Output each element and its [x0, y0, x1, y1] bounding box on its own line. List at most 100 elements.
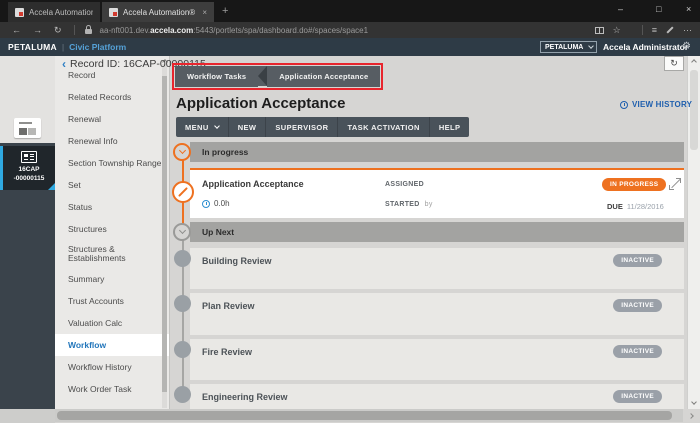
page-refresh-button[interactable]: ↻ — [664, 56, 684, 71]
reading-view-icon[interactable] — [595, 27, 604, 34]
browser-tab-inactive[interactable]: Accela Automation® — [8, 2, 100, 22]
inactive-task-node — [174, 295, 191, 312]
sidebar-item-renewal[interactable]: Renewal — [55, 108, 169, 130]
sidebar-item-trust-accounts[interactable]: Trust Accounts — [55, 290, 169, 312]
sidebar-item-work-order-task[interactable]: Work Order Task — [55, 378, 169, 400]
task-name: Engineering Review — [202, 392, 288, 402]
scroll-right-icon[interactable] — [688, 413, 694, 419]
favicon — [109, 8, 118, 17]
inactive-task-node — [174, 386, 191, 403]
task-activation-button[interactable]: TASK ACTIVATION — [337, 117, 428, 137]
browser-refresh-icon[interactable]: ↻ — [54, 25, 62, 36]
sidebar-item-set[interactable]: Set — [55, 174, 169, 196]
divider — [642, 25, 643, 35]
menu-button-label: MENU — [185, 123, 209, 132]
url-field[interactable]: aa-nft001.dev.accela.com:5443/portlets/s… — [100, 26, 369, 35]
agency-name: PETALUMA — [8, 42, 57, 52]
header-separator: | — [62, 43, 64, 52]
url-domain: accela.com — [150, 26, 193, 35]
task-name: Plan Review — [202, 301, 255, 311]
record-sidebar: Record Related Records Renewal Renewal I… — [55, 56, 170, 410]
task-card-application-acceptance[interactable]: Application Acceptance 0.0h ASSIGNED STA… — [190, 168, 684, 218]
agency-select-dropdown[interactable]: PETALUMA — [540, 41, 597, 53]
history-clock-icon — [620, 101, 628, 109]
new-tab-button[interactable]: + — [222, 5, 228, 17]
tab-application-acceptance[interactable]: Application Acceptance — [267, 66, 380, 87]
supervisor-button[interactable]: SUPERVISOR — [265, 117, 337, 137]
sidebar-item-workflow[interactable]: Workflow — [55, 334, 169, 356]
tab-close-icon[interactable]: × — [202, 8, 207, 17]
scroll-up-icon[interactable] — [691, 59, 697, 65]
page-title: Application Acceptance — [176, 95, 345, 112]
new-button[interactable]: NEW — [228, 117, 266, 137]
active-corner-marker — [48, 183, 55, 190]
sidebar-item-structures-establishments[interactable]: Structures & Establishments — [55, 240, 169, 268]
task-card-fire-review[interactable]: Fire Review INACTIVE — [190, 339, 684, 380]
browser-forward-icon[interactable]: → — [33, 25, 42, 35]
back-chevron-icon[interactable]: ‹ — [62, 57, 66, 71]
help-button[interactable]: HELP — [429, 117, 470, 137]
sidebar-item-valuation-calc[interactable]: Valuation Calc — [55, 312, 169, 334]
browser-address-bar: ← → ↻ aa-nft001.dev.accela.com:5443/port… — [0, 22, 700, 38]
tab-label: Workflow Tasks — [187, 72, 246, 81]
breadcrumb-arrow-icon — [258, 66, 267, 86]
sidebar-item-summary[interactable]: Summary — [55, 268, 169, 290]
sidebar-item-structures[interactable]: Structures — [55, 218, 169, 240]
browser-back-icon[interactable]: ← — [12, 25, 21, 35]
section-header-in-progress[interactable]: In progress — [190, 142, 684, 162]
more-options-icon[interactable]: ··· — [683, 25, 692, 35]
sidebar-item-related-records[interactable]: Related Records — [55, 86, 169, 108]
favicon — [15, 8, 24, 17]
view-history-link[interactable]: VIEW HISTORY — [620, 100, 692, 109]
browser-tab-bar: Accela Automation® Accela Automation® × … — [0, 0, 700, 22]
task-name: Fire Review — [202, 347, 252, 357]
chevron-down-icon — [588, 43, 594, 49]
url-path: :5443/portlets/spa/dashboard.do#/spaces/… — [193, 26, 368, 35]
sidebar-item-status[interactable]: Status — [55, 196, 169, 218]
scroll-down-icon[interactable] — [691, 399, 697, 405]
record-document-icon — [21, 151, 37, 163]
lock-icon — [85, 29, 92, 34]
window-close-button[interactable]: × — [686, 4, 691, 14]
record-tile-label: 16CAP — [3, 166, 55, 173]
expand-icon[interactable] — [670, 179, 680, 189]
scrollbar-thumb[interactable] — [162, 76, 167, 392]
up-next-collapse-icon[interactable] — [173, 223, 191, 241]
task-name: Building Review — [202, 256, 272, 266]
rail-bottom-strip — [0, 409, 55, 423]
task-card-building-review[interactable]: Building Review INACTIVE — [190, 248, 684, 289]
web-note-icon[interactable] — [666, 26, 673, 33]
task-card-plan-review[interactable]: Plan Review INACTIVE — [190, 293, 684, 335]
browser-tab-active[interactable]: Accela Automation® × — [102, 2, 214, 22]
status-badge-inactive: INACTIVE — [613, 390, 662, 403]
scrollbar-thumb[interactable] — [57, 411, 672, 420]
tab-workflow-tasks[interactable]: Workflow Tasks — [175, 66, 258, 87]
screen: Accela Automation® Accela Automation® × … — [0, 0, 700, 423]
tab-label: Application Acceptance — [279, 72, 368, 81]
started-by: by — [425, 201, 433, 208]
sidebar-item-section-township-range[interactable]: Section Township Range — [55, 152, 169, 174]
in-progress-task-node-icon — [172, 181, 194, 203]
scrollbar-thumb[interactable] — [690, 70, 698, 150]
status-badge-inactive: INACTIVE — [613, 299, 662, 312]
menu-button[interactable]: MENU — [176, 117, 228, 137]
record-tile-16cap[interactable]: 16CAP -00000115 — [0, 146, 55, 190]
window-minimize-button[interactable]: – — [618, 4, 623, 14]
sidebar-item-renewal-info[interactable]: Renewal Info — [55, 130, 169, 152]
in-progress-collapse-icon[interactable] — [173, 143, 191, 161]
record-tile-label: -00000115 — [3, 175, 55, 182]
hub-icon[interactable]: ≡ — [652, 25, 657, 35]
sidebar-item-workflow-history[interactable]: Workflow History — [55, 356, 169, 378]
workflow-toolbar: MENU NEW SUPERVISOR TASK ACTIVATION HELP — [176, 117, 469, 137]
gear-icon[interactable]: ⚙ — [682, 41, 691, 52]
due-value: 11/28/2016 — [627, 202, 664, 211]
status-badge-inactive: INACTIVE — [613, 345, 662, 358]
window-maximize-button[interactable]: □ — [656, 4, 661, 14]
dashboard-card-icon[interactable] — [14, 118, 41, 138]
divider — [74, 25, 75, 35]
page-horizontal-scrollbar[interactable] — [55, 409, 683, 422]
section-header-up-next[interactable]: Up Next — [190, 222, 684, 242]
due-date: DUE11/28/2016 — [607, 202, 664, 211]
favorites-star-icon[interactable]: ☆ — [613, 25, 621, 36]
sidebar-scrollbar[interactable] — [162, 64, 167, 408]
